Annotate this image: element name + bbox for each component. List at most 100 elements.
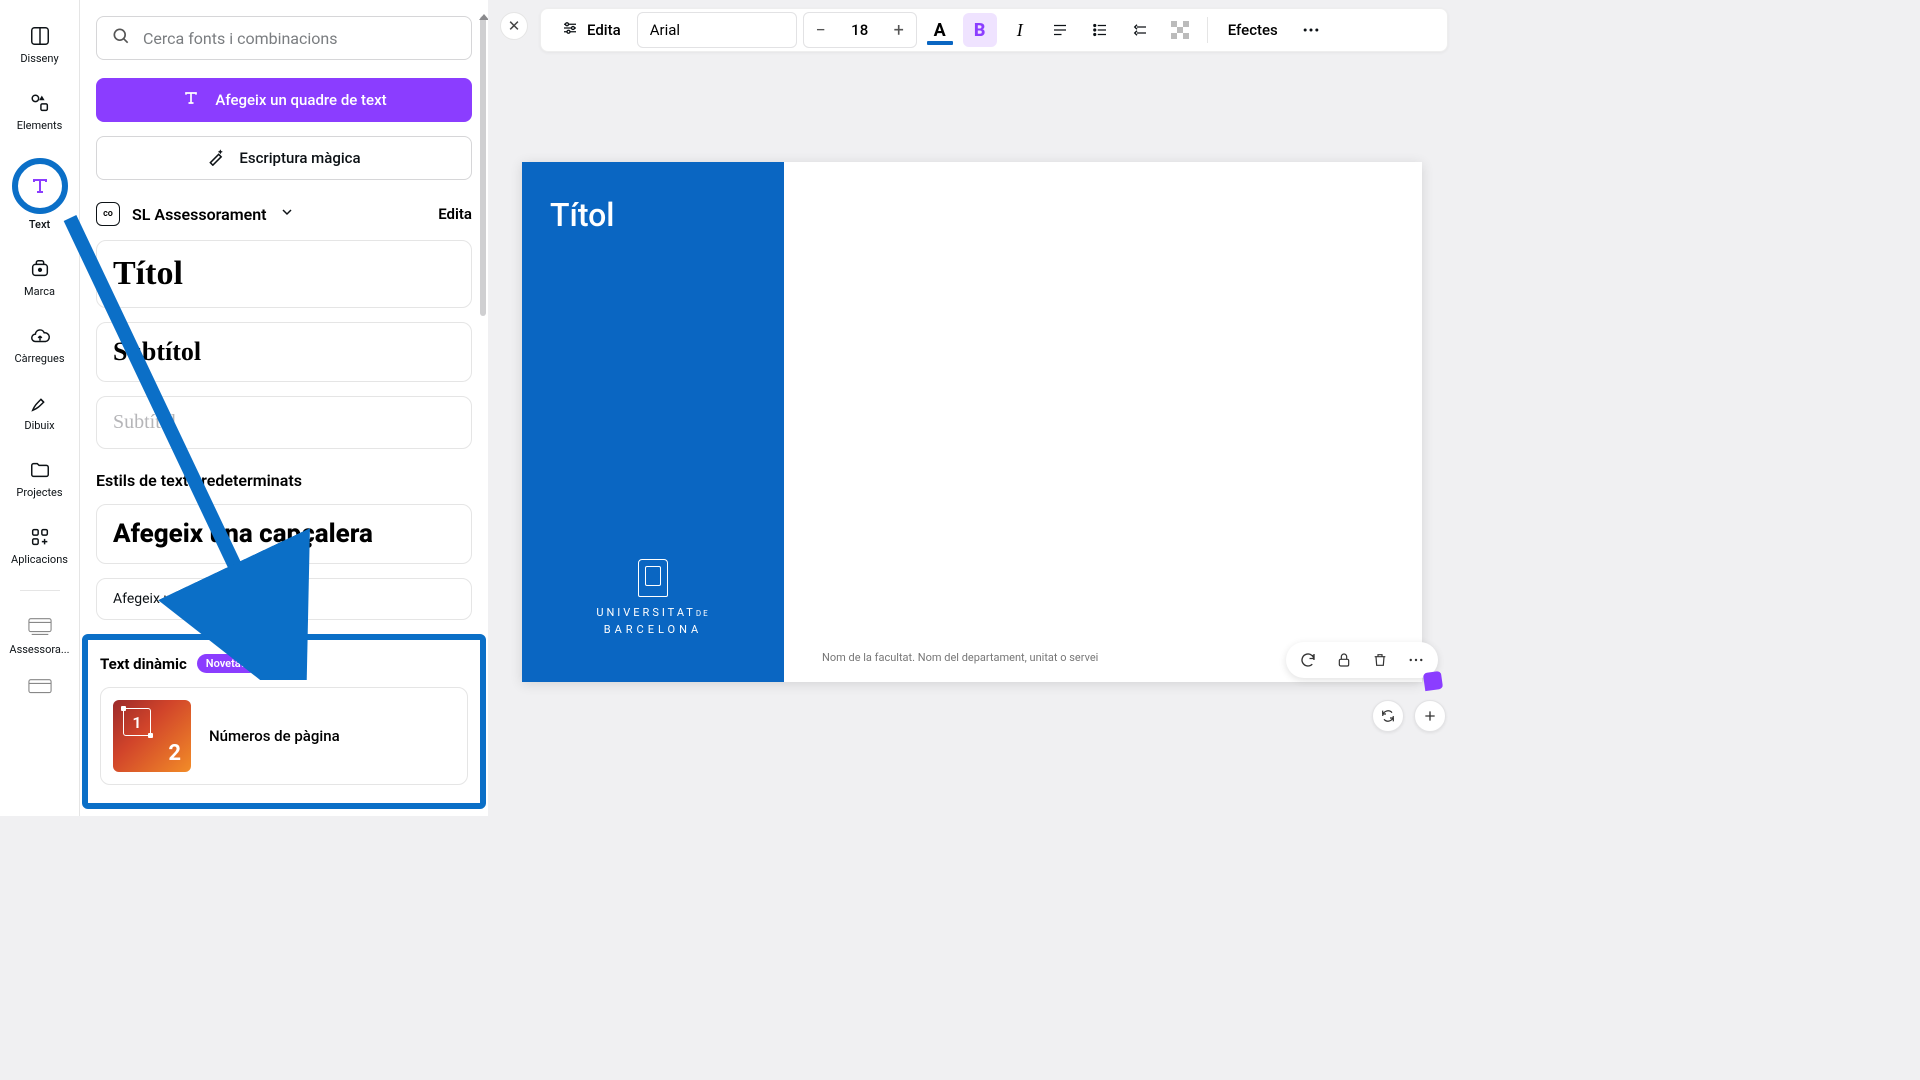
add-page-button[interactable] xyxy=(1414,700,1446,732)
rail-projects[interactable]: Projectes xyxy=(0,452,79,505)
edit-button[interactable]: Edita xyxy=(551,13,631,47)
font-name: Arial xyxy=(650,21,680,39)
scrollbar-thumb[interactable] xyxy=(480,16,486,316)
font-family-select[interactable]: Arial xyxy=(637,12,797,48)
thumb-num2: 2 xyxy=(168,741,181,766)
list-button[interactable] xyxy=(1083,13,1117,47)
rail-label: Disseny xyxy=(20,52,58,65)
left-rail: Disseny Elements Text Marca Càrregues Di… xyxy=(0,0,80,816)
sliders-icon xyxy=(561,19,579,41)
lock-button[interactable] xyxy=(1332,648,1356,672)
rail-label: Projectes xyxy=(16,486,62,499)
canvas-stage[interactable]: Títol UNIVERSITATDE BARCELONA Nom de la … xyxy=(488,52,1456,816)
page-more-button[interactable] xyxy=(1404,648,1428,672)
uni-line1: UNIVERSITAT xyxy=(596,606,696,619)
uni-line2: BARCELONA xyxy=(604,623,702,636)
rail-label: Aplicacions xyxy=(11,553,68,566)
chevron-down-icon xyxy=(279,204,295,224)
page-float-actions xyxy=(1286,642,1438,678)
bold-button[interactable]: B xyxy=(963,13,997,47)
delete-button[interactable] xyxy=(1368,648,1392,672)
italic-button[interactable]: I xyxy=(1003,13,1037,47)
add-text-label: Afegeix un quadre de text xyxy=(215,91,386,109)
align-button[interactable] xyxy=(1043,13,1077,47)
add-text-button[interactable]: Afegeix un quadre de text xyxy=(96,78,472,122)
rail-assessora[interactable]: Assessora... xyxy=(0,609,79,662)
rail-label: Marca xyxy=(24,285,55,298)
rail-uploads[interactable]: Càrregues xyxy=(0,318,79,371)
canvas-area: ✕ Edita Arial − 18 + A B I Efectes Títol xyxy=(488,0,1456,816)
header-preset-text: Afegeix una capçalera xyxy=(113,519,455,549)
rail-disseny[interactable]: Disseny xyxy=(0,18,79,71)
style-subtitle-card[interactable]: Subtítol xyxy=(96,322,472,382)
shapes-icon xyxy=(28,91,52,115)
close-panel-button[interactable]: ✕ xyxy=(500,12,528,40)
rail-extra[interactable] xyxy=(0,670,79,706)
body-preset-card[interactable]: Afegeix una mica de text al cos xyxy=(96,578,472,620)
more-button[interactable] xyxy=(1294,13,1328,47)
magic-icon xyxy=(207,146,227,170)
rail-label: Elements xyxy=(17,119,63,132)
close-icon: ✕ xyxy=(508,17,521,35)
rail-active-ring xyxy=(12,158,68,214)
font-size-value[interactable]: 18 xyxy=(838,21,882,39)
rail-marca[interactable]: Marca xyxy=(0,251,79,304)
text-toolbar: Edita Arial − 18 + A B I Efectes xyxy=(540,8,1448,52)
text-color-button[interactable]: A xyxy=(923,13,957,47)
rail-divider xyxy=(20,590,60,591)
default-styles-heading: Estils de text predeterminats xyxy=(96,471,472,490)
page-title-text[interactable]: Títol xyxy=(550,196,756,234)
canvas-corner-controls xyxy=(1372,700,1446,732)
dynamic-text-head: Text dinàmic Novetats xyxy=(100,654,468,673)
brand-edit-link[interactable]: Edita xyxy=(438,205,472,223)
cloud-upload-icon xyxy=(28,324,52,348)
font-search-input[interactable] xyxy=(143,29,457,48)
assessor-icon xyxy=(28,615,52,639)
pencil-icon xyxy=(28,391,52,415)
size-increase-button[interactable]: + xyxy=(882,13,916,47)
scroll-up-icon xyxy=(479,14,488,20)
brand-chip-icon: co xyxy=(96,202,120,226)
brand-icon xyxy=(28,257,52,281)
magic-write-button[interactable]: Escriptura màgica xyxy=(96,136,472,180)
brand-kit-name: SL Assessorament xyxy=(132,205,267,224)
folder-icon xyxy=(28,458,52,482)
rail-draw[interactable]: Dibuix xyxy=(0,385,79,438)
spacing-button[interactable] xyxy=(1123,13,1157,47)
page-left-panel: Títol UNIVERSITATDE BARCELONA xyxy=(522,162,784,682)
sync-button[interactable] xyxy=(1372,700,1404,732)
style-subtitle2-text: Subtítol xyxy=(113,411,455,434)
text-panel: Afegeix un quadre de text Escriptura màg… xyxy=(80,0,488,816)
layout-icon xyxy=(28,24,52,48)
page-footer-text[interactable]: Nom de la facultat. Nom del departament,… xyxy=(822,651,1098,664)
search-icon xyxy=(111,26,131,50)
rail-apps[interactable]: Aplicacions xyxy=(0,519,79,572)
header-preset-card[interactable]: Afegeix una capçalera xyxy=(96,504,472,564)
text-icon xyxy=(28,174,52,198)
thumb-num1: 1 xyxy=(123,708,151,736)
brand-kit-select[interactable]: co SL Assessorament xyxy=(96,202,295,226)
design-page[interactable]: Títol UNIVERSITATDE BARCELONA Nom de la … xyxy=(522,162,1422,682)
font-search[interactable] xyxy=(96,16,472,60)
page-numbers-card[interactable]: 1 2 Números de pàgina xyxy=(100,687,468,785)
magic-label: Escriptura màgica xyxy=(239,149,360,167)
extra-icon xyxy=(28,676,52,700)
font-size-stepper: − 18 + xyxy=(803,12,917,48)
comment-icon[interactable] xyxy=(1423,671,1443,691)
effects-button[interactable]: Efectes xyxy=(1218,13,1288,47)
apps-icon xyxy=(28,525,52,549)
panel-scrollbar[interactable] xyxy=(480,16,486,456)
rail-text[interactable]: Text xyxy=(0,152,79,237)
text-icon xyxy=(181,88,201,112)
dynamic-text-title: Text dinàmic xyxy=(100,655,187,673)
style-subtitle2-card[interactable]: Subtítol xyxy=(96,396,472,449)
uni-de: DE xyxy=(696,609,710,618)
rail-label: Càrregues xyxy=(14,352,64,365)
size-decrease-button[interactable]: − xyxy=(804,13,838,47)
regenerate-button[interactable] xyxy=(1296,648,1320,672)
new-badge: Novetats xyxy=(197,654,259,673)
style-title-card[interactable]: Títol xyxy=(96,240,472,308)
page-numbers-label: Números de pàgina xyxy=(209,727,340,745)
rail-elements[interactable]: Elements xyxy=(0,85,79,138)
transparency-button[interactable] xyxy=(1163,13,1197,47)
